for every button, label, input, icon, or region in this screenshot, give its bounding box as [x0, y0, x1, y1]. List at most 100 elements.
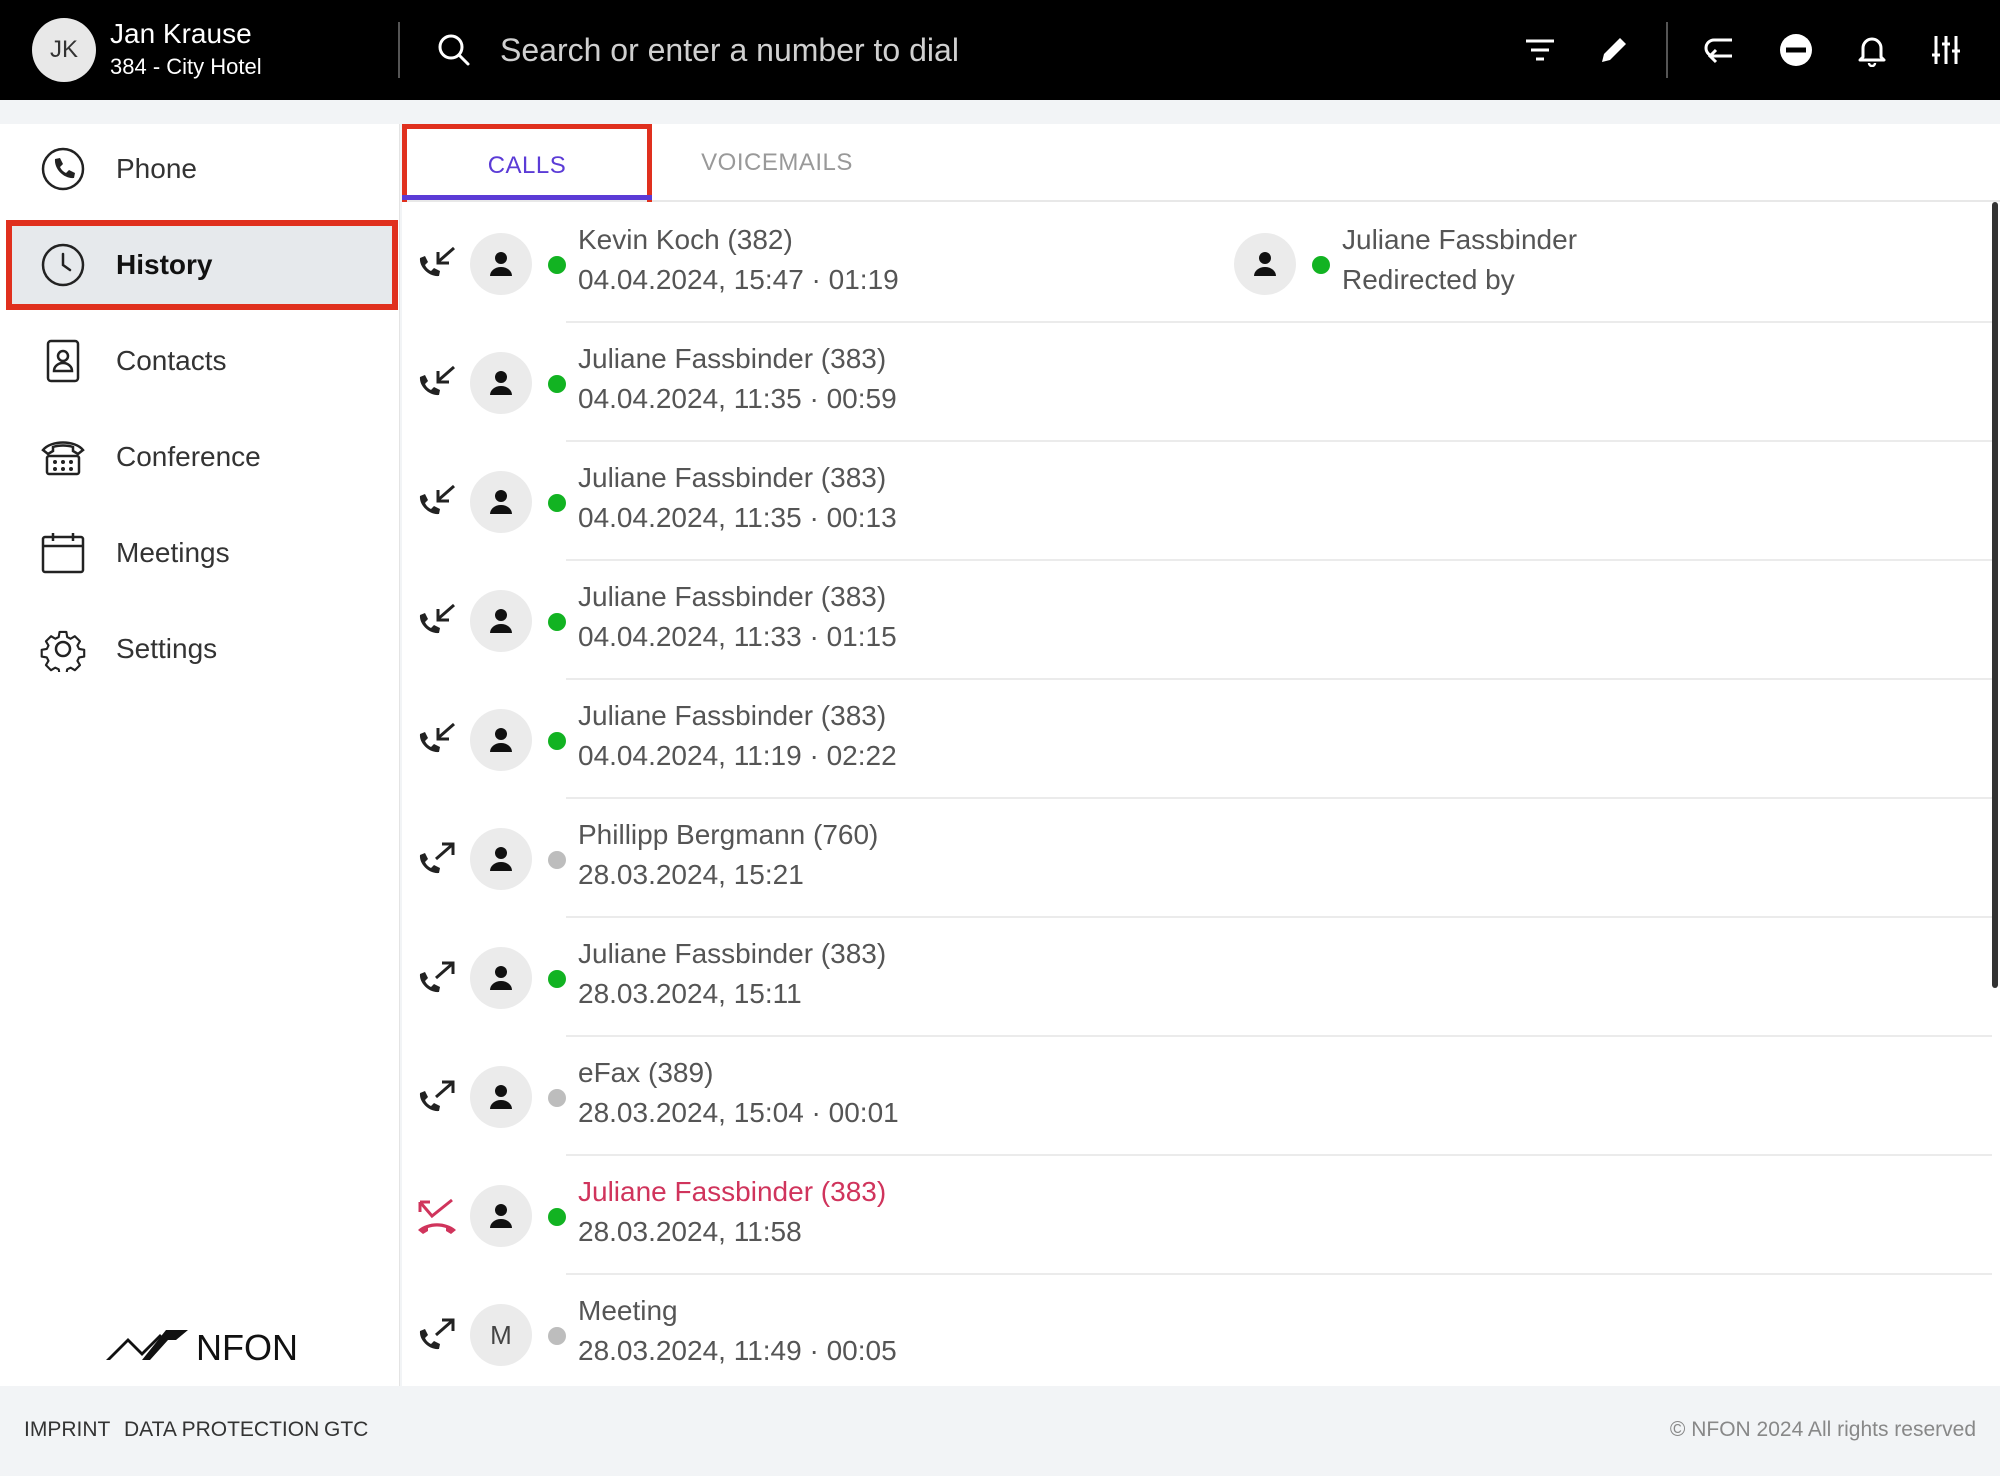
call-row[interactable]: Kevin Koch (382) 04.04.2024, 15:47 · 01:1… — [402, 204, 1992, 323]
avatar[interactable] — [470, 233, 532, 295]
caller-name[interactable]: Juliane Fassbinder (383) — [578, 343, 886, 375]
presence-indicator — [548, 732, 566, 750]
nfon-logo-text: NFON — [196, 1327, 298, 1368]
main-panel: CALLS VOICEMAILS Kevin Koch (382) 04.04.2… — [402, 124, 2000, 1386]
tab-calls[interactable]: CALLS — [402, 124, 652, 202]
avatar[interactable] — [470, 947, 532, 1009]
incoming-call-icon — [414, 242, 460, 288]
call-datetime-duration: 04.04.2024, 11:33 · 01:15 — [578, 621, 897, 652]
person-icon — [490, 371, 512, 395]
active-tab-indicator — [402, 195, 652, 200]
sidebar-item-label: Phone — [116, 153, 197, 184]
sidebar-item-label: Contacts — [116, 345, 227, 376]
redirected-by-name[interactable]: Juliane Fassbinder — [1342, 224, 1577, 256]
user-avatar[interactable]: JK — [32, 18, 96, 82]
call-row[interactable]: Juliane Fassbinder (383) 28.03.2024, 11:5… — [402, 1156, 1992, 1275]
caller-name[interactable]: Phillipp Bergmann (760) — [578, 819, 878, 851]
avatar[interactable] — [1234, 233, 1296, 295]
call-row[interactable]: Juliane Fassbinder (383) 04.04.2024, 11:3… — [402, 561, 1992, 680]
avatar[interactable] — [470, 590, 532, 652]
imprint-link[interactable]: IMPRINT — [24, 1418, 110, 1442]
sidebar-item-settings[interactable]: Settings — [6, 604, 398, 694]
search-input[interactable] — [500, 26, 1400, 74]
tab-voicemails[interactable]: VOICEMAILS — [652, 124, 902, 202]
person-icon — [490, 1085, 512, 1109]
avatar[interactable]: M — [470, 1304, 532, 1366]
call-row[interactable]: M Meeting 28.03.2024, 11:49 · 00:05 — [402, 1275, 1992, 1386]
caller-name[interactable]: Meeting — [578, 1295, 678, 1327]
scrollbar[interactable] — [1992, 202, 1998, 988]
sidebar-item-meetings[interactable]: Meetings — [6, 508, 398, 598]
call-datetime-duration: 28.03.2024, 15:04 · 00:01 — [578, 1097, 899, 1128]
call-row[interactable]: Juliane Fassbinder (383) 04.04.2024, 11:1… — [402, 680, 1992, 799]
calendar-icon — [41, 533, 85, 574]
call-row[interactable]: Phillipp Bergmann (760) 28.03.2024, 15:21 — [402, 799, 1992, 918]
missed-call-icon — [414, 1194, 460, 1240]
outgoing-call-icon — [414, 837, 460, 883]
avatar[interactable] — [470, 471, 532, 533]
phone-icon — [41, 147, 85, 191]
caller-name[interactable]: Juliane Fassbinder (383) — [578, 700, 886, 732]
person-icon — [490, 252, 512, 276]
redirect-icon[interactable] — [1698, 28, 1742, 72]
nfon-logo: NFON — [104, 1316, 304, 1372]
caller-name[interactable]: Juliane Fassbinder (383) — [578, 1176, 886, 1208]
sidebar-item-history[interactable]: History — [6, 220, 398, 310]
call-datetime-duration: 04.04.2024, 11:35 · 00:13 — [578, 502, 897, 533]
sidebar-item-contacts[interactable]: Contacts — [6, 316, 398, 406]
sidebar-item-label: Settings — [116, 633, 218, 664]
call-row[interactable]: Juliane Fassbinder (383) 04.04.2024, 11:3… — [402, 442, 1992, 561]
presence-indicator — [548, 613, 566, 631]
avatar[interactable] — [470, 1066, 532, 1128]
outgoing-call-icon — [414, 956, 460, 1002]
presence-indicator — [1312, 256, 1330, 274]
copyright: © NFON 2024 All rights reserved — [1669, 1418, 1976, 1441]
search-icon[interactable] — [436, 32, 472, 68]
call-row[interactable]: Juliane Fassbinder (383) 04.04.2024, 11:3… — [402, 323, 1992, 442]
avatar-initial: M — [490, 1319, 512, 1350]
clock-icon — [41, 243, 85, 287]
tab-bar: CALLS VOICEMAILS — [402, 124, 2000, 202]
bell-icon[interactable] — [1850, 28, 1894, 72]
person-icon — [490, 609, 512, 633]
presence-indicator — [548, 256, 566, 274]
gear-icon — [40, 630, 86, 672]
avatar[interactable] — [470, 709, 532, 771]
presence-indicator — [548, 1208, 566, 1226]
call-datetime-duration: 04.04.2024, 15:47 · 01:19 — [578, 264, 899, 295]
call-row[interactable]: Juliane Fassbinder (383) 28.03.2024, 15:1… — [402, 918, 1992, 1037]
do-not-disturb-icon[interactable] — [1774, 28, 1818, 72]
person-icon — [490, 966, 512, 990]
call-datetime-duration: 28.03.2024, 15:11 — [578, 978, 802, 1009]
top-bar: JK Jan Krause 384 - City Hotel — [0, 0, 2000, 100]
person-icon — [490, 728, 512, 752]
sidebar: Phone History Contacts Conference Meetin… — [0, 124, 400, 1386]
avatar[interactable] — [470, 352, 532, 414]
call-row[interactable]: eFax (389) 28.03.2024, 15:04 · 00:01 — [402, 1037, 1992, 1156]
user-name: Jan Krause — [110, 18, 252, 49]
caller-name[interactable]: Juliane Fassbinder (383) — [578, 462, 886, 494]
avatar[interactable] — [470, 1185, 532, 1247]
data-protection-link[interactable]: DATA PROTECTION — [124, 1418, 319, 1442]
sliders-icon[interactable] — [1924, 28, 1968, 72]
avatar[interactable] — [470, 828, 532, 890]
call-datetime-duration: 04.04.2024, 11:19 · 02:22 — [578, 740, 897, 771]
caller-name[interactable]: Juliane Fassbinder (383) — [578, 938, 886, 970]
presence-indicator — [548, 970, 566, 988]
redirected-by-label: Redirected by — [1342, 264, 1515, 295]
caller-name[interactable]: eFax (389) — [578, 1057, 713, 1089]
caller-name[interactable]: Juliane Fassbinder (383) — [578, 581, 886, 613]
caller-name[interactable]: Kevin Koch (382) — [578, 224, 793, 256]
gtc-link[interactable]: GTC — [324, 1418, 368, 1442]
call-datetime-duration: 04.04.2024, 11:35 · 00:59 — [578, 383, 897, 414]
sidebar-item-conference[interactable]: Conference — [6, 412, 398, 502]
presence-indicator — [548, 851, 566, 869]
person-icon — [490, 1204, 512, 1228]
edit-icon[interactable] — [1592, 28, 1636, 72]
incoming-call-icon — [414, 718, 460, 764]
sidebar-item-phone[interactable]: Phone — [6, 124, 398, 214]
sidebar-item-label: Conference — [116, 441, 261, 472]
presence-indicator — [548, 375, 566, 393]
filter-icon[interactable] — [1518, 28, 1562, 72]
top-divider — [398, 22, 400, 78]
